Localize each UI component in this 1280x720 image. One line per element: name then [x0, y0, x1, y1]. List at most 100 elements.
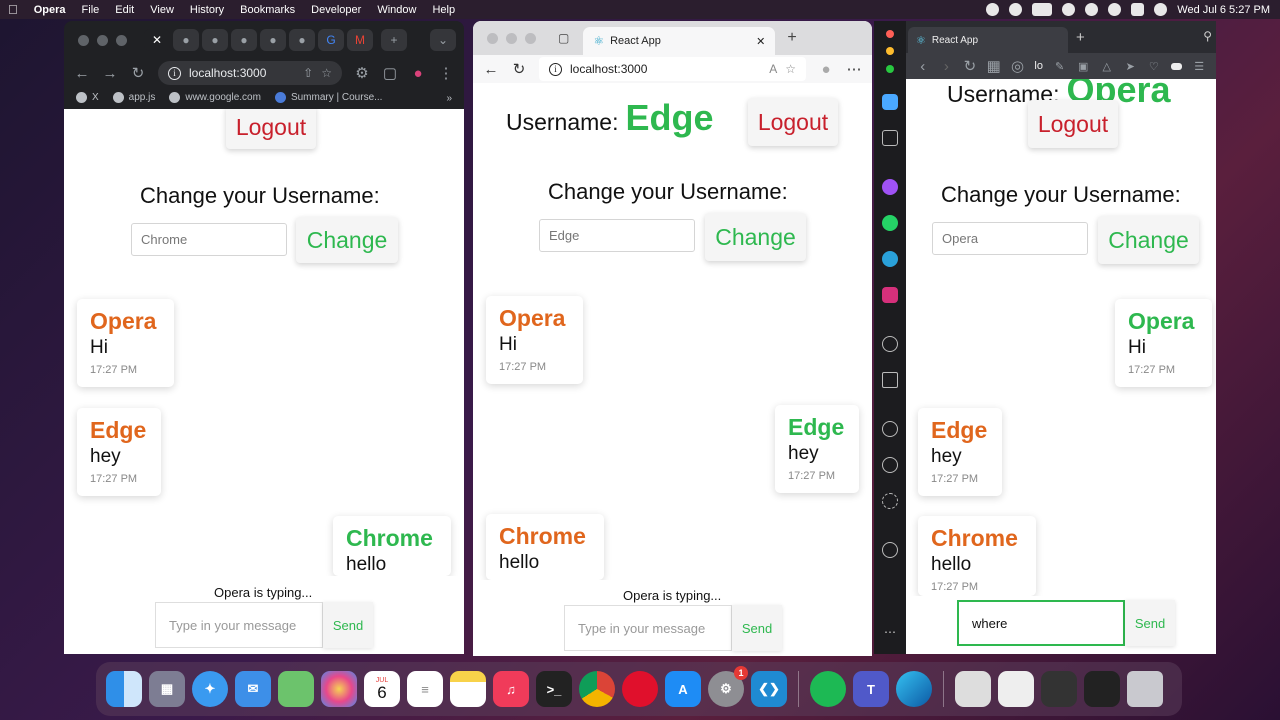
- messenger-icon[interactable]: [882, 179, 898, 195]
- vscode-icon[interactable]: ❮❯: [751, 671, 787, 707]
- address-bar[interactable]: i localhost:3000 ⇧ ☆: [158, 61, 342, 85]
- telegram-icon[interactable]: [882, 251, 898, 267]
- music-icon[interactable]: ♫: [493, 671, 529, 707]
- send-button[interactable]: Send: [323, 602, 373, 648]
- siri-icon[interactable]: [1154, 3, 1168, 16]
- share-icon[interactable]: ⇧: [303, 66, 313, 80]
- maps-icon[interactable]: [278, 671, 314, 707]
- battery-saver-icon[interactable]: [1170, 62, 1183, 70]
- menu-edit[interactable]: Edit: [107, 4, 142, 16]
- shield-icon[interactable]: △: [1100, 60, 1114, 73]
- change-button[interactable]: Change: [296, 217, 398, 263]
- tab-search-icon[interactable]: ⌄: [430, 29, 456, 51]
- close-window-button[interactable]: [78, 34, 89, 46]
- heart-icon[interactable]: [882, 421, 898, 437]
- lightbulb-icon[interactable]: [882, 542, 898, 558]
- address-text[interactable]: localhost:3000: [189, 66, 266, 80]
- reload-icon[interactable]: ↻: [130, 64, 146, 82]
- search-icon[interactable]: [1108, 3, 1122, 16]
- zoom-window-button[interactable]: [886, 65, 894, 73]
- logout-button[interactable]: Logout: [226, 109, 316, 149]
- forward-icon[interactable]: →: [102, 65, 118, 82]
- tab-favicon-icon[interactable]: ●: [202, 29, 228, 51]
- username-input[interactable]: Edge: [539, 219, 695, 252]
- notes-icon[interactable]: [450, 671, 486, 707]
- terminal-icon[interactable]: >_: [536, 671, 572, 707]
- menu-app-name[interactable]: Opera: [26, 4, 74, 16]
- recent-window-thumbnail[interactable]: [955, 671, 991, 707]
- menu-bookmarks[interactable]: Bookmarks: [232, 4, 303, 16]
- system-settings-icon[interactable]: ⚙ 1: [708, 666, 748, 707]
- safari-icon[interactable]: ✦: [192, 671, 228, 707]
- message-input[interactable]: Type in your message: [564, 605, 732, 651]
- address-text[interactable]: localhost:3000: [570, 62, 647, 76]
- address-text[interactable]: lo: [1034, 60, 1042, 72]
- tab-favicon-icon[interactable]: ●: [260, 29, 286, 51]
- finder-icon[interactable]: [106, 671, 142, 707]
- sidepanel-icon[interactable]: ▢: [382, 64, 398, 82]
- username-input[interactable]: Chrome: [131, 223, 287, 256]
- settings-icon[interactable]: [882, 493, 898, 509]
- change-button[interactable]: Change: [705, 213, 806, 261]
- chrome-icon[interactable]: [579, 671, 615, 707]
- send-button[interactable]: Send: [732, 605, 782, 651]
- play-icon[interactable]: [1009, 3, 1023, 16]
- menu-help[interactable]: Help: [424, 4, 463, 16]
- apple-menu-icon[interactable]: : [0, 2, 26, 17]
- instagram-icon[interactable]: [882, 287, 898, 303]
- extensions-icon[interactable]: ⚙: [354, 64, 370, 82]
- info-icon[interactable]: i: [168, 66, 181, 80]
- menu-clock[interactable]: Wed Jul 6 5:27 PM: [1177, 4, 1270, 16]
- send-icon[interactable]: ➤: [1123, 60, 1137, 73]
- close-window-button[interactable]: [886, 30, 894, 38]
- edge-icon[interactable]: [896, 671, 932, 707]
- tab-react-app[interactable]: ⚛ React App: [908, 27, 1068, 53]
- bookmark-star-icon[interactable]: ☆: [321, 66, 332, 80]
- heart-icon[interactable]: ♡: [1147, 60, 1161, 73]
- minimize-window-button[interactable]: [886, 47, 894, 55]
- tabs-overview-icon[interactable]: ▦: [987, 57, 1001, 75]
- battery-icon[interactable]: [1032, 3, 1053, 16]
- back-icon[interactable]: ‹: [916, 58, 930, 75]
- new-tab-icon[interactable]: +: [381, 29, 407, 51]
- logout-button[interactable]: Logout: [1028, 100, 1118, 148]
- history-icon[interactable]: [882, 457, 898, 473]
- flow-icon[interactable]: [882, 372, 898, 388]
- launchpad-icon[interactable]: ▦: [149, 671, 185, 707]
- camera-icon[interactable]: ▣: [1076, 60, 1090, 73]
- back-icon[interactable]: ←: [483, 61, 499, 78]
- globe-icon[interactable]: ◎: [1011, 57, 1025, 75]
- menu-file[interactable]: File: [74, 4, 108, 16]
- send-button[interactable]: Send: [1125, 600, 1175, 646]
- recent-window-thumbnail[interactable]: [998, 671, 1034, 707]
- minimize-window-button[interactable]: [506, 32, 517, 44]
- menu-icon[interactable]: ⋮: [438, 64, 454, 82]
- home-icon[interactable]: [882, 94, 898, 110]
- logout-button[interactable]: Logout: [748, 98, 838, 146]
- info-icon[interactable]: i: [549, 62, 562, 76]
- bookmark-google[interactable]: www.google.com: [169, 92, 261, 104]
- calendar-icon[interactable]: JUL 6: [364, 671, 400, 707]
- tab-favicon-icon[interactable]: ●: [173, 29, 199, 51]
- control-center-icon[interactable]: [1131, 3, 1145, 16]
- tab-react-app[interactable]: ⚛ React App ✕: [583, 27, 776, 55]
- username-input[interactable]: Opera: [932, 222, 1088, 255]
- edit-icon[interactable]: ✎: [1053, 60, 1067, 73]
- mail-icon[interactable]: ✉: [235, 671, 271, 707]
- opera-icon[interactable]: [622, 671, 658, 707]
- reminders-icon[interactable]: ≡: [407, 671, 443, 707]
- close-tab-icon[interactable]: ✕: [144, 29, 170, 51]
- app-store-icon[interactable]: A: [665, 671, 701, 707]
- minimize-window-button[interactable]: [97, 34, 108, 46]
- reload-icon[interactable]: ↻: [511, 60, 527, 78]
- player-icon[interactable]: [882, 336, 898, 352]
- bookmark-appjs[interactable]: app.js: [112, 92, 155, 104]
- search-tabs-icon[interactable]: ⚲: [1203, 29, 1212, 43]
- menu-history[interactable]: History: [182, 4, 232, 16]
- menu-icon[interactable]: ☰: [1192, 60, 1206, 73]
- back-icon[interactable]: ←: [74, 65, 90, 82]
- address-bar[interactable]: i localhost:3000 A ☆: [539, 57, 806, 81]
- reload-icon[interactable]: ↻: [963, 57, 977, 75]
- wifi-icon[interactable]: [1062, 3, 1076, 16]
- record-icon[interactable]: [986, 3, 1000, 16]
